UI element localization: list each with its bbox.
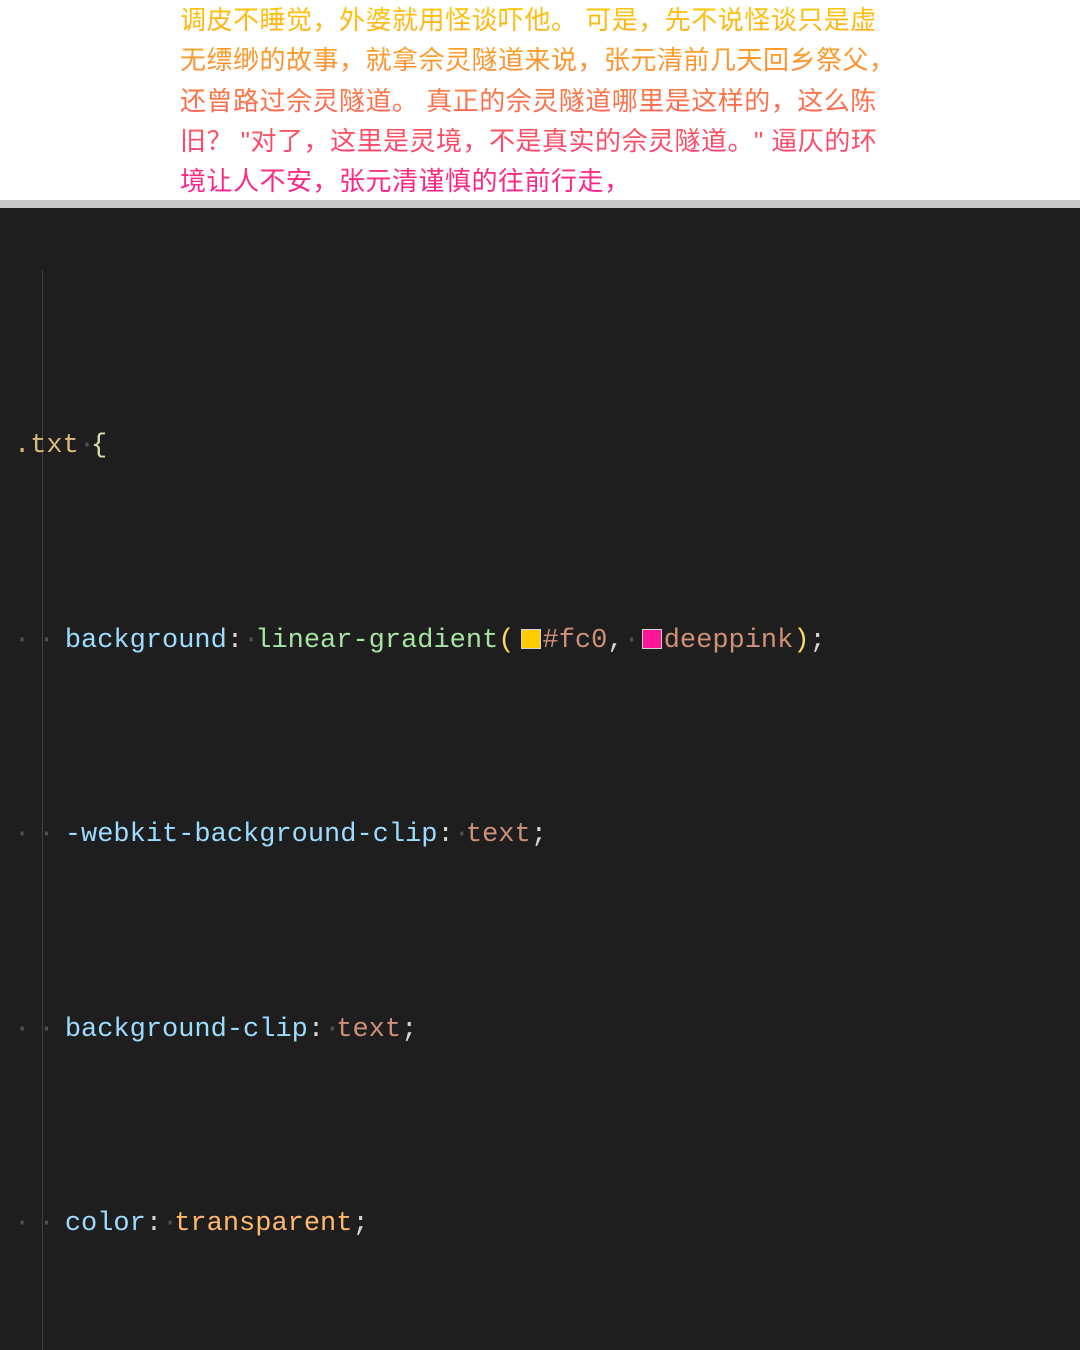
code-line: background:·linear-gradient(#fc0,·deeppi… [14,617,1070,666]
css-color: #fc0 [543,626,608,656]
css-function: linear-gradient [255,626,498,656]
code-editor[interactable]: .txt·{ background:·linear-gradient(#fc0,… [0,208,1080,1350]
gradient-text-sample: 调皮不睡觉，外婆就用怪谈吓他。 可是，先不说怪谈只是虚无缥缈的故事，就拿佘灵隧道… [180,0,900,201]
code-line: .txt·{ [14,422,1070,471]
code-line: -webkit-background-clip:·text; [14,811,1070,860]
code-line: background-clip:·text; [14,1006,1070,1055]
css-property: -webkit-background-clip [65,820,438,850]
color-swatch-icon[interactable] [642,629,662,649]
css-color: deeppink [664,626,794,656]
brace-open: { [91,431,107,461]
css-property: color [65,1209,146,1239]
css-value: transparent [174,1209,352,1239]
css-property: background [65,626,227,656]
preview-panel: 调皮不睡觉，外婆就用怪谈吓他。 可是，先不说怪谈只是虚无缥缈的故事，就拿佘灵隧道… [0,0,1080,200]
code-line: color:·transparent; [14,1200,1070,1249]
css-selector: .txt [14,431,79,461]
css-value: text [466,820,531,850]
css-property: background-clip [65,1015,308,1045]
color-swatch-icon[interactable] [521,629,541,649]
css-value: text [336,1015,401,1045]
